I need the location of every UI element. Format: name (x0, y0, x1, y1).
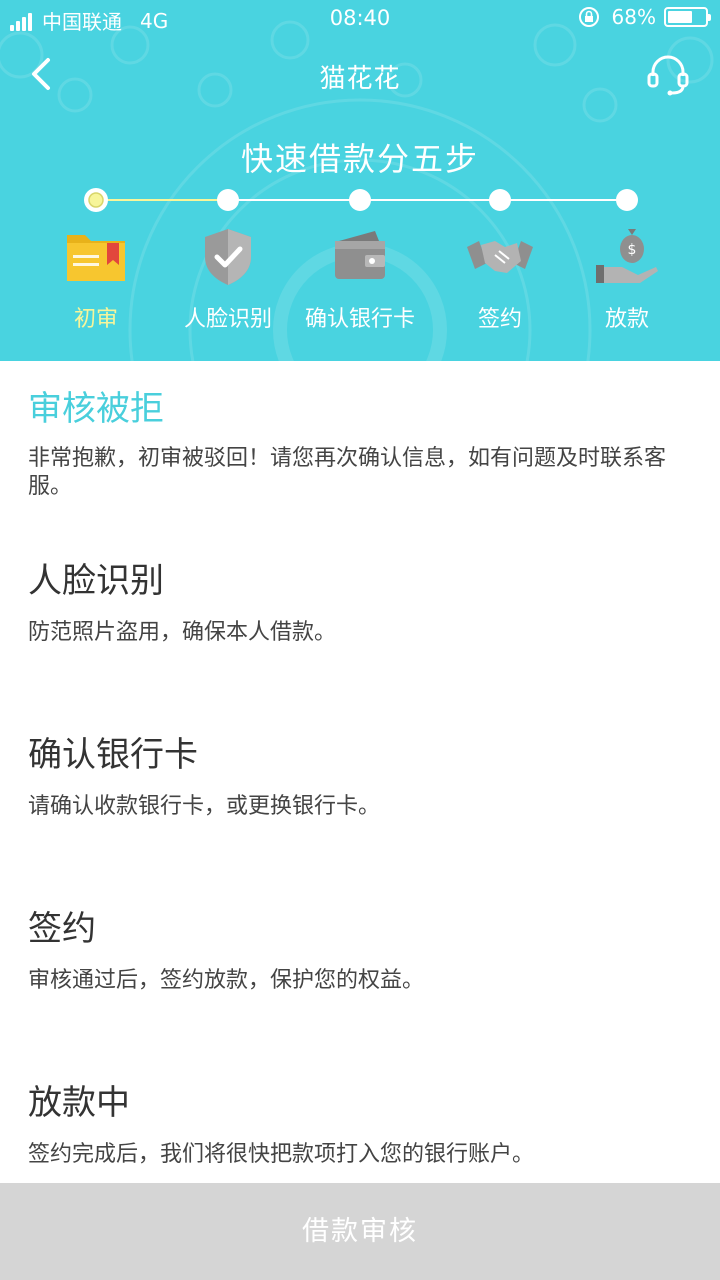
section-desc: 签约完成后，我们将很快把款项打入您的银行账户。 (28, 1142, 535, 1167)
section-title: 人脸识别 (28, 561, 164, 601)
headset-icon[interactable] (644, 50, 692, 98)
step-label: 人脸识别 (183, 307, 272, 332)
status-bar: 中国联通 4G 08:40 68% (0, 0, 720, 36)
shield-check-icon (205, 229, 251, 285)
step-label: 初审 (73, 307, 118, 332)
section-disbursing: 放款中 签约完成后，我们将很快把款项打入您的银行账户。 (28, 1081, 700, 1169)
step-sign-contract: 签约 (430, 225, 570, 333)
svg-text:$: $ (628, 242, 637, 258)
loan-review-button[interactable]: 借款审核 (0, 1183, 720, 1280)
step-progress (84, 188, 638, 212)
wallet-icon (335, 231, 385, 279)
step-dot-4 (489, 189, 511, 211)
battery-percent: 68% (611, 5, 656, 29)
battery-icon (664, 7, 711, 27)
section-title: 审核被拒 (28, 389, 164, 429)
step-label: 签约 (477, 307, 522, 332)
handshake-icon (467, 241, 533, 273)
section-desc: 非常抱歉，初审被驳回！请您再次确认信息，如有问题及时联系客服。 (28, 446, 667, 499)
section-review-rejected: 审核被拒 非常抱歉，初审被驳回！请您再次确认信息，如有问题及时联系客服。 (28, 387, 700, 501)
step-initial-review: 初审 (26, 225, 166, 333)
step-dot-5 (616, 189, 638, 211)
step-label: 确认银行卡 (304, 307, 415, 332)
step-face-recognition: 人脸识别 (158, 225, 298, 333)
battery-level (668, 11, 693, 23)
header-banner: 中国联通 4G 08:40 68% 猫花花 快速借款分五步 初审 人脸识别 确认… (0, 0, 720, 361)
section-title: 签约 (28, 909, 96, 949)
step-disbursement: $ 放款 (557, 225, 697, 333)
section-desc: 审核通过后，签约放款，保护您的权益。 (28, 968, 425, 993)
step-label: 放款 (604, 307, 649, 332)
section-title: 放款中 (28, 1083, 130, 1123)
section-sign-contract: 签约 审核通过后，签约放款，保护您的权益。 (28, 907, 700, 995)
section-confirm-bank-card: 确认银行卡 请确认收款银行卡，或更换银行卡。 (28, 733, 700, 821)
step-confirm-bank-card: 确认银行卡 (290, 225, 430, 333)
rotation-lock-icon (578, 7, 599, 27)
money-bag-hand-icon: $ (596, 229, 658, 283)
folder-icon (67, 235, 125, 281)
page-title: 猫花花 (319, 64, 401, 94)
steps-title: 快速借款分五步 (240, 140, 479, 178)
step-dot-3 (349, 189, 371, 211)
step-dot-2 (217, 189, 239, 211)
step-dot-active (88, 192, 104, 208)
section-desc: 防范照片盗用，确保本人借款。 (28, 620, 337, 645)
section-title: 确认银行卡 (28, 735, 198, 775)
nav-bar: 猫花花 (0, 40, 720, 110)
section-face-recognition: 人脸识别 防范照片盗用，确保本人借款。 (28, 559, 700, 647)
section-desc: 请确认收款银行卡，或更换银行卡。 (28, 794, 381, 819)
